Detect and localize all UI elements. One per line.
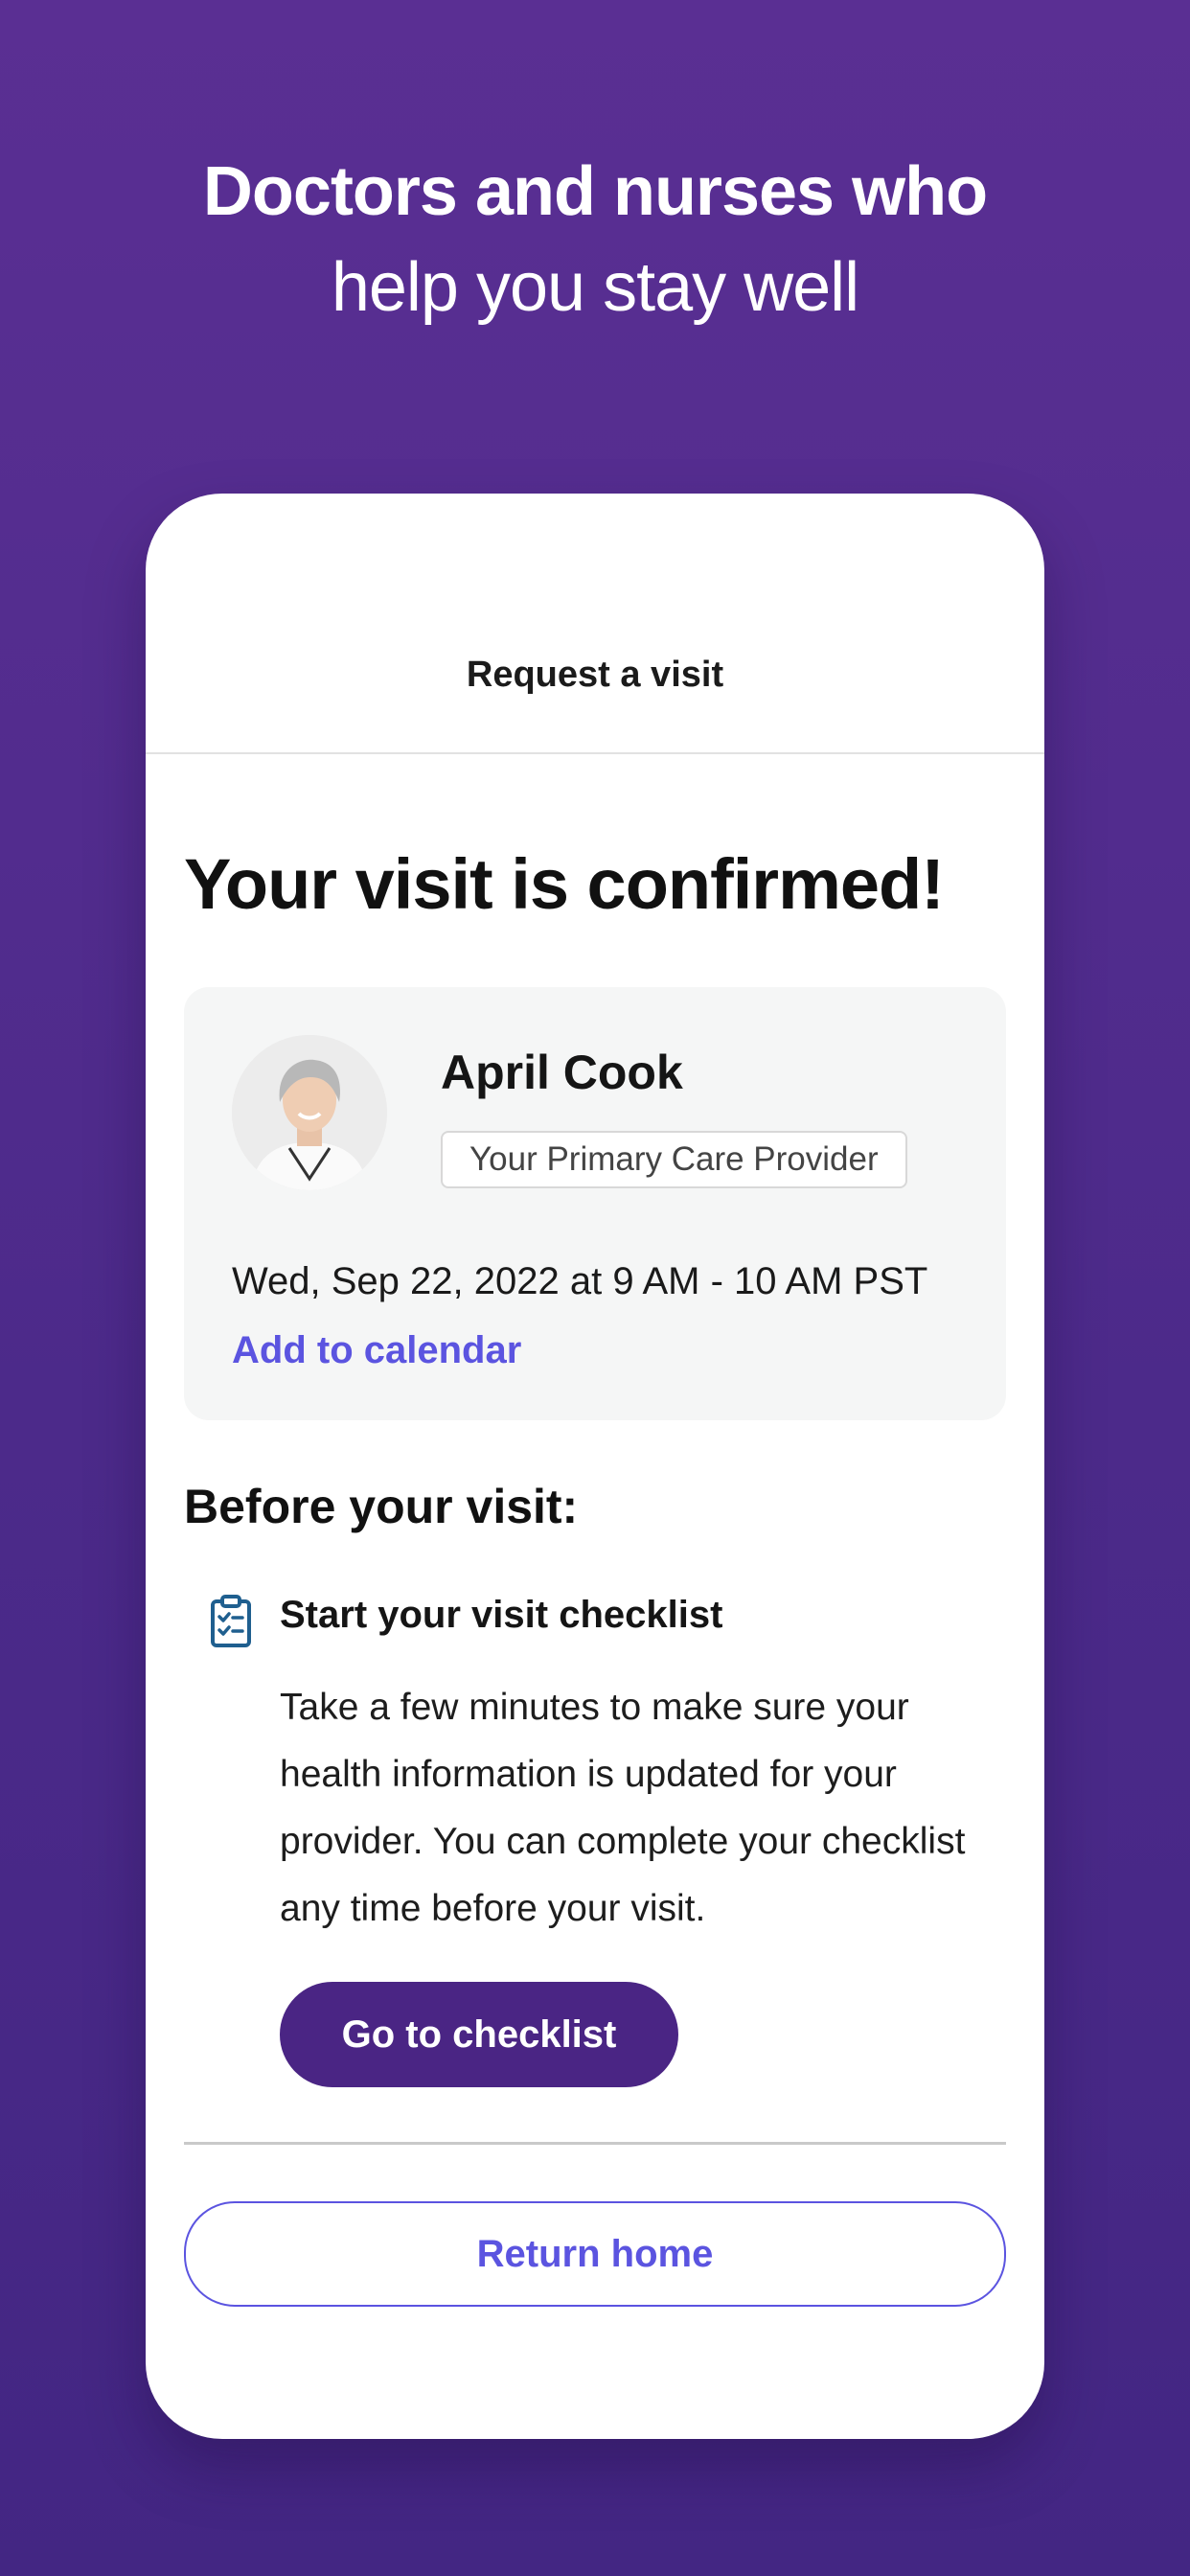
phone-screen: Request a visit Your visit is confirmed!… bbox=[146, 494, 1044, 2439]
add-to-calendar-link[interactable]: Add to calendar bbox=[232, 1329, 521, 1372]
provider-name: April Cook bbox=[441, 1046, 683, 1099]
nav-title: Request a visit bbox=[466, 655, 724, 695]
nav-bar: Request a visit bbox=[146, 494, 1044, 754]
visit-time: Wed, Sep 22, 2022 at 9 AM - 10 AM PST bbox=[232, 1260, 928, 1302]
headline: Doctors and nurses who help you stay wel… bbox=[0, 144, 1190, 335]
avatar bbox=[232, 1035, 387, 1190]
provider-role-badge: Your Primary Care Provider bbox=[441, 1131, 907, 1188]
provider-photo bbox=[232, 1035, 387, 1190]
go-to-checklist-button[interactable]: Go to checklist bbox=[280, 1982, 678, 2087]
provider-card: April Cook Your Primary Care Provider We… bbox=[184, 987, 1006, 1420]
confirmation-title: Your visit is confirmed! bbox=[184, 844, 945, 924]
clipboard-checklist-icon bbox=[209, 1594, 253, 1647]
headline-line-1: Doctors and nurses who bbox=[202, 153, 988, 230]
checklist-description: Take a few minutes to make sure your hea… bbox=[280, 1687, 966, 1929]
before-visit-heading: Before your visit: bbox=[184, 1480, 579, 1533]
return-home-button[interactable]: Return home bbox=[184, 2201, 1006, 2307]
headline-line-2: help you stay well bbox=[331, 249, 859, 326]
divider bbox=[184, 2142, 1006, 2145]
checklist-title: Start your visit checklist bbox=[280, 1594, 723, 1636]
